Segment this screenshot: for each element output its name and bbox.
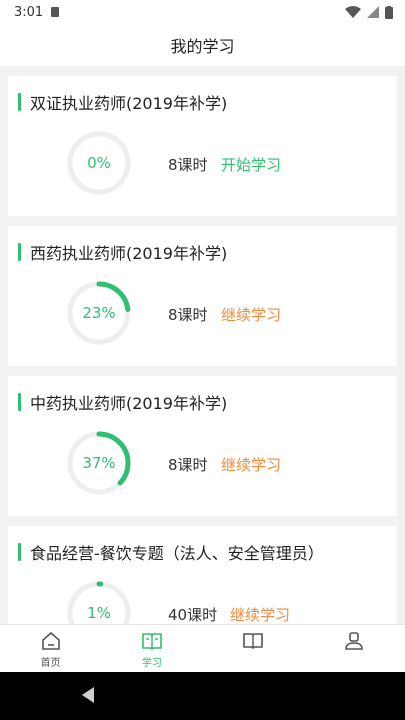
tab-profile[interactable] — [304, 625, 405, 672]
course-list[interactable]: 双证执业药师(2019年补学) 0% 8课时 开始学习 西药执业药师(2019年… — [0, 66, 405, 624]
status-time: 3:01 — [14, 4, 44, 20]
title-accent-bar — [18, 93, 21, 111]
app-header: 我的学习 — [0, 24, 405, 66]
course-title: 食品经营-餐饮专题（法人、安全管理员） — [30, 544, 324, 563]
course-hours: 40课时 — [168, 606, 218, 624]
battery-icon — [385, 5, 393, 19]
title-accent-bar — [18, 393, 21, 411]
wifi-icon — [345, 6, 361, 18]
title-accent-bar — [18, 243, 21, 261]
course-hours: 8课时 — [168, 456, 208, 474]
progress-percent: 37% — [82, 454, 116, 472]
bottom-tab-bar: 首页 学习 — [0, 624, 405, 672]
back-icon[interactable] — [82, 687, 94, 703]
home-icon — [41, 631, 60, 650]
course-card[interactable]: 食品经营-餐饮专题（法人、安全管理员） 1% 40课时 继续学习 — [8, 526, 397, 624]
continue-study-button[interactable]: 继续学习 — [221, 304, 281, 325]
tab-library[interactable] — [203, 625, 304, 672]
progress-percent: 23% — [82, 304, 116, 322]
course-title: 西药执业药师(2019年补学) — [30, 244, 228, 263]
sim-card-icon — [51, 7, 60, 17]
start-study-button[interactable]: 开始学习 — [221, 154, 281, 175]
course-hours: 8课时 — [168, 306, 208, 324]
system-nav-bar — [0, 672, 405, 720]
continue-study-button[interactable]: 继续学习 — [230, 604, 290, 624]
course-title: 双证执业药师(2019年补学) — [30, 94, 228, 113]
signal-icon — [367, 6, 379, 18]
course-card[interactable]: 西药执业药师(2019年补学) 23% 8课时 继续学习 — [8, 226, 397, 366]
tab-study[interactable]: 学习 — [101, 625, 202, 672]
continue-study-button[interactable]: 继续学习 — [221, 454, 281, 475]
tab-home-label: 首页 — [40, 658, 61, 669]
status-icons — [345, 5, 393, 19]
course-card[interactable]: 双证执业药师(2019年补学) 0% 8课时 开始学习 — [8, 76, 397, 216]
progress-percent: 0% — [87, 154, 111, 172]
library-icon — [243, 633, 263, 650]
book-open-icon — [142, 633, 162, 651]
progress-percent: 1% — [87, 604, 111, 622]
tab-home[interactable]: 首页 — [0, 625, 101, 672]
tab-study-label: 学习 — [141, 658, 162, 669]
status-bar: 3:01 — [0, 0, 405, 24]
title-accent-bar — [18, 543, 21, 561]
course-title: 中药执业药师(2019年补学) — [30, 394, 228, 413]
user-icon — [345, 632, 364, 650]
course-card[interactable]: 中药执业药师(2019年补学) 37% 8课时 继续学习 — [8, 376, 397, 516]
course-hours: 8课时 — [168, 156, 208, 174]
page-title: 我的学习 — [170, 37, 235, 56]
